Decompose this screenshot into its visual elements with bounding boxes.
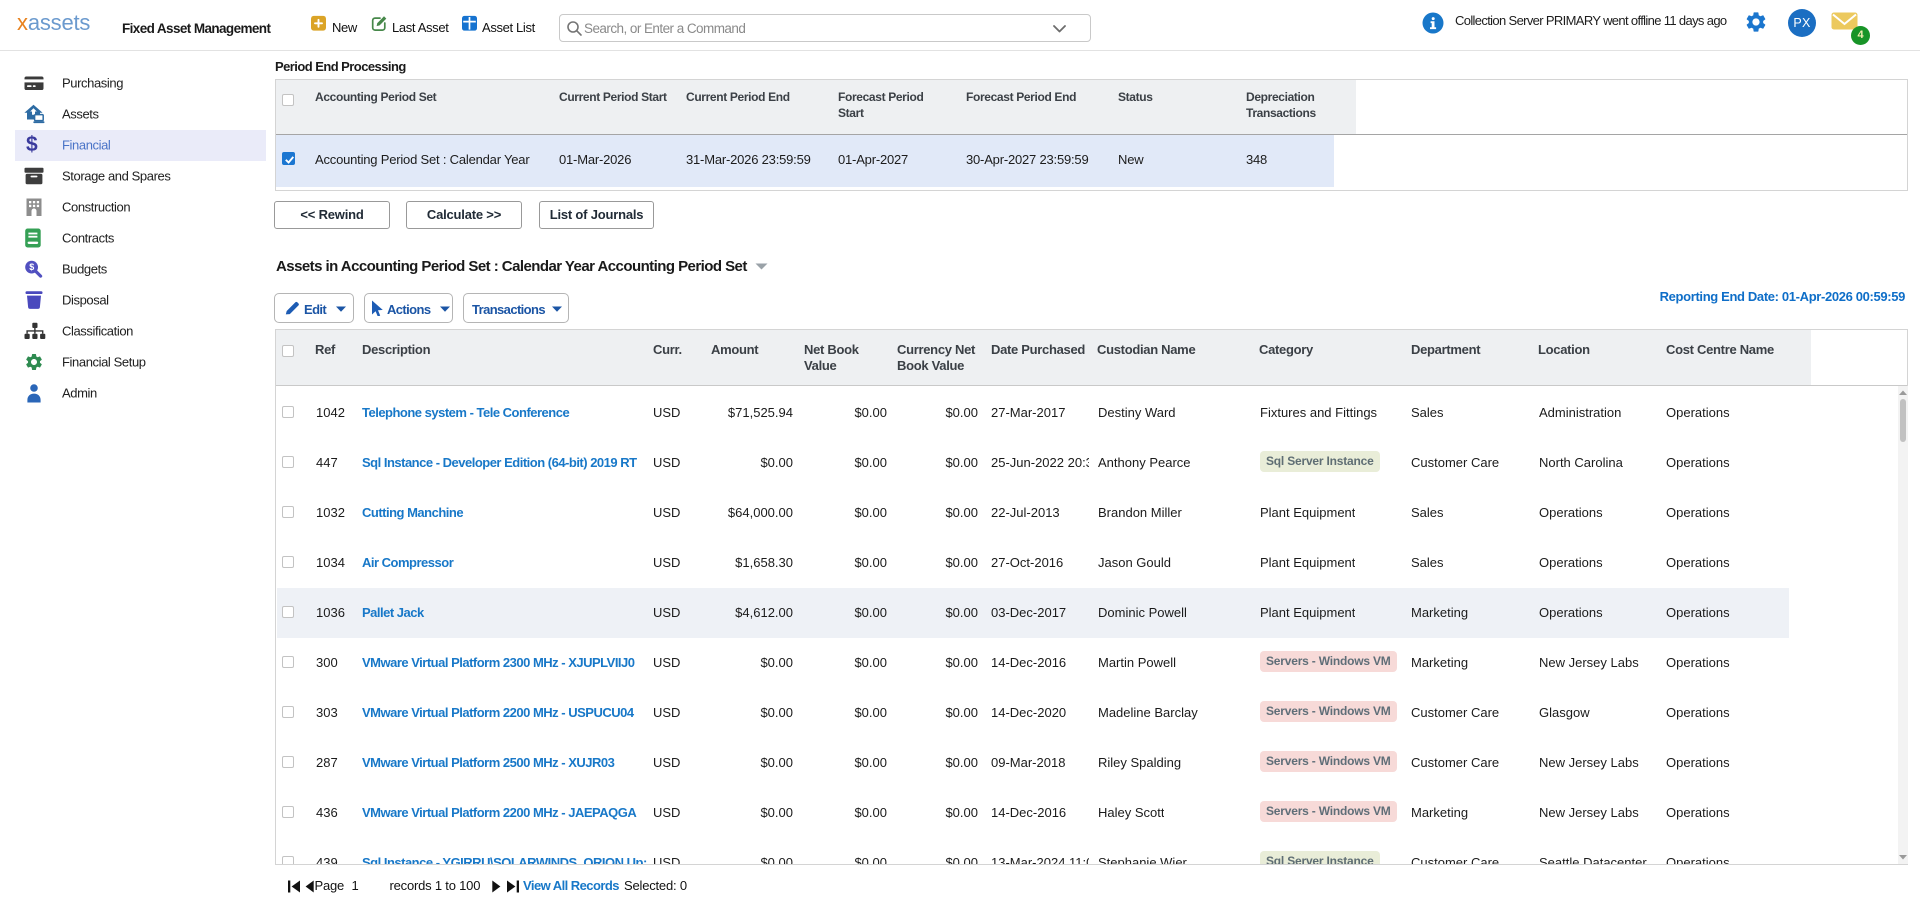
svg-text:$: $	[29, 262, 34, 272]
